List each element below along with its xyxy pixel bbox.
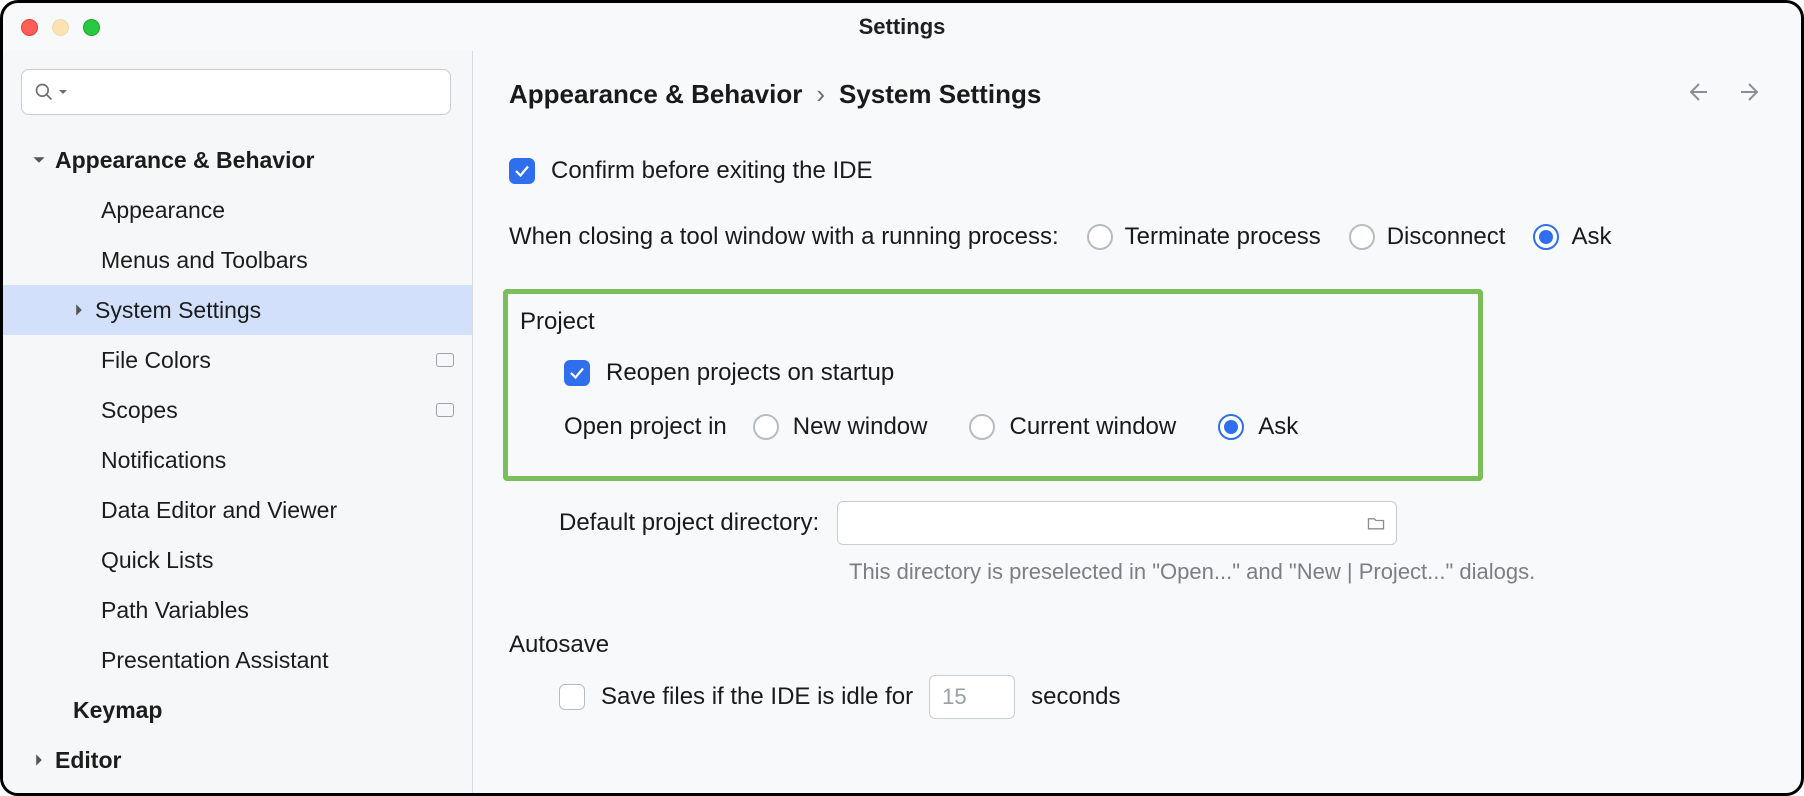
breadcrumb: Appearance & Behavior › System Settings: [509, 79, 1041, 110]
breadcrumb-parent: Appearance & Behavior: [509, 79, 802, 110]
autosave-idle-seconds-input[interactable]: [929, 675, 1015, 719]
content-pane: Appearance & Behavior › System Settings …: [473, 51, 1801, 793]
reopen-projects-label: Reopen projects on startup: [606, 359, 894, 387]
chevron-right-icon: [71, 303, 87, 317]
sidebar-item-notifications[interactable]: Notifications: [3, 435, 472, 485]
project-scope-icon: [436, 353, 454, 367]
chevron-down-icon: [31, 153, 47, 167]
settings-window: Settings Appearance & Behavior Appearanc…: [0, 0, 1804, 796]
default-dir-field[interactable]: [848, 512, 1358, 535]
search-icon: [34, 82, 54, 102]
autosave-idle-label-a: Save files if the IDE is idle for: [601, 683, 913, 711]
window-controls: [21, 19, 100, 36]
closing-ask-label: Ask: [1571, 223, 1611, 251]
nav-forward-button[interactable]: [1739, 80, 1763, 109]
open-ask-radio[interactable]: [1218, 414, 1244, 440]
autosave-idle-checkbox[interactable]: [559, 684, 585, 710]
sidebar-item-path-variables[interactable]: Path Variables: [3, 585, 472, 635]
search-input[interactable]: [21, 69, 451, 115]
project-scope-icon: [436, 403, 454, 417]
minimize-window-button[interactable]: [52, 19, 69, 36]
sidebar-item-file-colors[interactable]: File Colors: [3, 335, 472, 385]
sidebar-item-editor[interactable]: Editor: [3, 735, 472, 785]
open-current-window-radio[interactable]: [969, 414, 995, 440]
search-dropdown-icon: [58, 87, 68, 97]
breadcrumb-current: System Settings: [839, 79, 1041, 110]
nav-back-button[interactable]: [1685, 80, 1709, 109]
search-field[interactable]: [72, 81, 438, 104]
sidebar: Appearance & Behavior Appearance Menus a…: [3, 51, 473, 793]
window-title: Settings: [3, 14, 1801, 40]
open-current-window-label: Current window: [1009, 413, 1176, 441]
sidebar-item-menus-toolbars[interactable]: Menus and Toolbars: [3, 235, 472, 285]
autosave-idle-seconds-field[interactable]: [942, 684, 1002, 710]
sidebar-item-presentation-assistant[interactable]: Presentation Assistant: [3, 635, 472, 685]
open-new-window-label: New window: [793, 413, 928, 441]
project-section-title: Project: [520, 308, 1460, 336]
folder-icon[interactable]: [1366, 513, 1386, 533]
closing-ask-radio[interactable]: [1533, 224, 1559, 250]
sidebar-item-appearance[interactable]: Appearance: [3, 185, 472, 235]
sidebar-item-quick-lists[interactable]: Quick Lists: [3, 535, 472, 585]
close-window-button[interactable]: [21, 19, 38, 36]
closing-terminate-radio[interactable]: [1087, 224, 1113, 250]
titlebar: Settings: [3, 3, 1801, 51]
autosave-section-title: Autosave: [509, 631, 1771, 659]
sidebar-item-keymap[interactable]: Keymap: [3, 685, 472, 735]
open-new-window-radio[interactable]: [753, 414, 779, 440]
breadcrumb-separator: ›: [816, 79, 825, 110]
default-dir-input[interactable]: [837, 501, 1397, 545]
closing-terminate-label: Terminate process: [1125, 223, 1321, 251]
sidebar-item-appearance-behavior[interactable]: Appearance & Behavior: [3, 135, 472, 185]
confirm-exit-checkbox[interactable]: [509, 158, 535, 184]
chevron-right-icon: [31, 753, 47, 767]
closing-process-label: When closing a tool window with a runnin…: [509, 223, 1059, 251]
zoom-window-button[interactable]: [83, 19, 100, 36]
settings-tree: Appearance & Behavior Appearance Menus a…: [3, 129, 472, 793]
open-project-in-label: Open project in: [564, 413, 727, 441]
default-dir-hint: This directory is preselected in "Open..…: [509, 559, 1771, 585]
open-ask-label: Ask: [1258, 413, 1298, 441]
closing-disconnect-label: Disconnect: [1387, 223, 1506, 251]
autosave-idle-label-b: seconds: [1031, 683, 1120, 711]
project-section-highlight: Project Reopen projects on startup Open …: [503, 289, 1483, 481]
reopen-projects-checkbox[interactable]: [564, 360, 590, 386]
sidebar-item-scopes[interactable]: Scopes: [3, 385, 472, 435]
closing-disconnect-radio[interactable]: [1349, 224, 1375, 250]
confirm-exit-label: Confirm before exiting the IDE: [551, 157, 872, 185]
sidebar-item-system-settings[interactable]: System Settings: [3, 285, 472, 335]
sidebar-item-data-editor-viewer[interactable]: Data Editor and Viewer: [3, 485, 472, 535]
default-dir-label: Default project directory:: [559, 509, 819, 537]
